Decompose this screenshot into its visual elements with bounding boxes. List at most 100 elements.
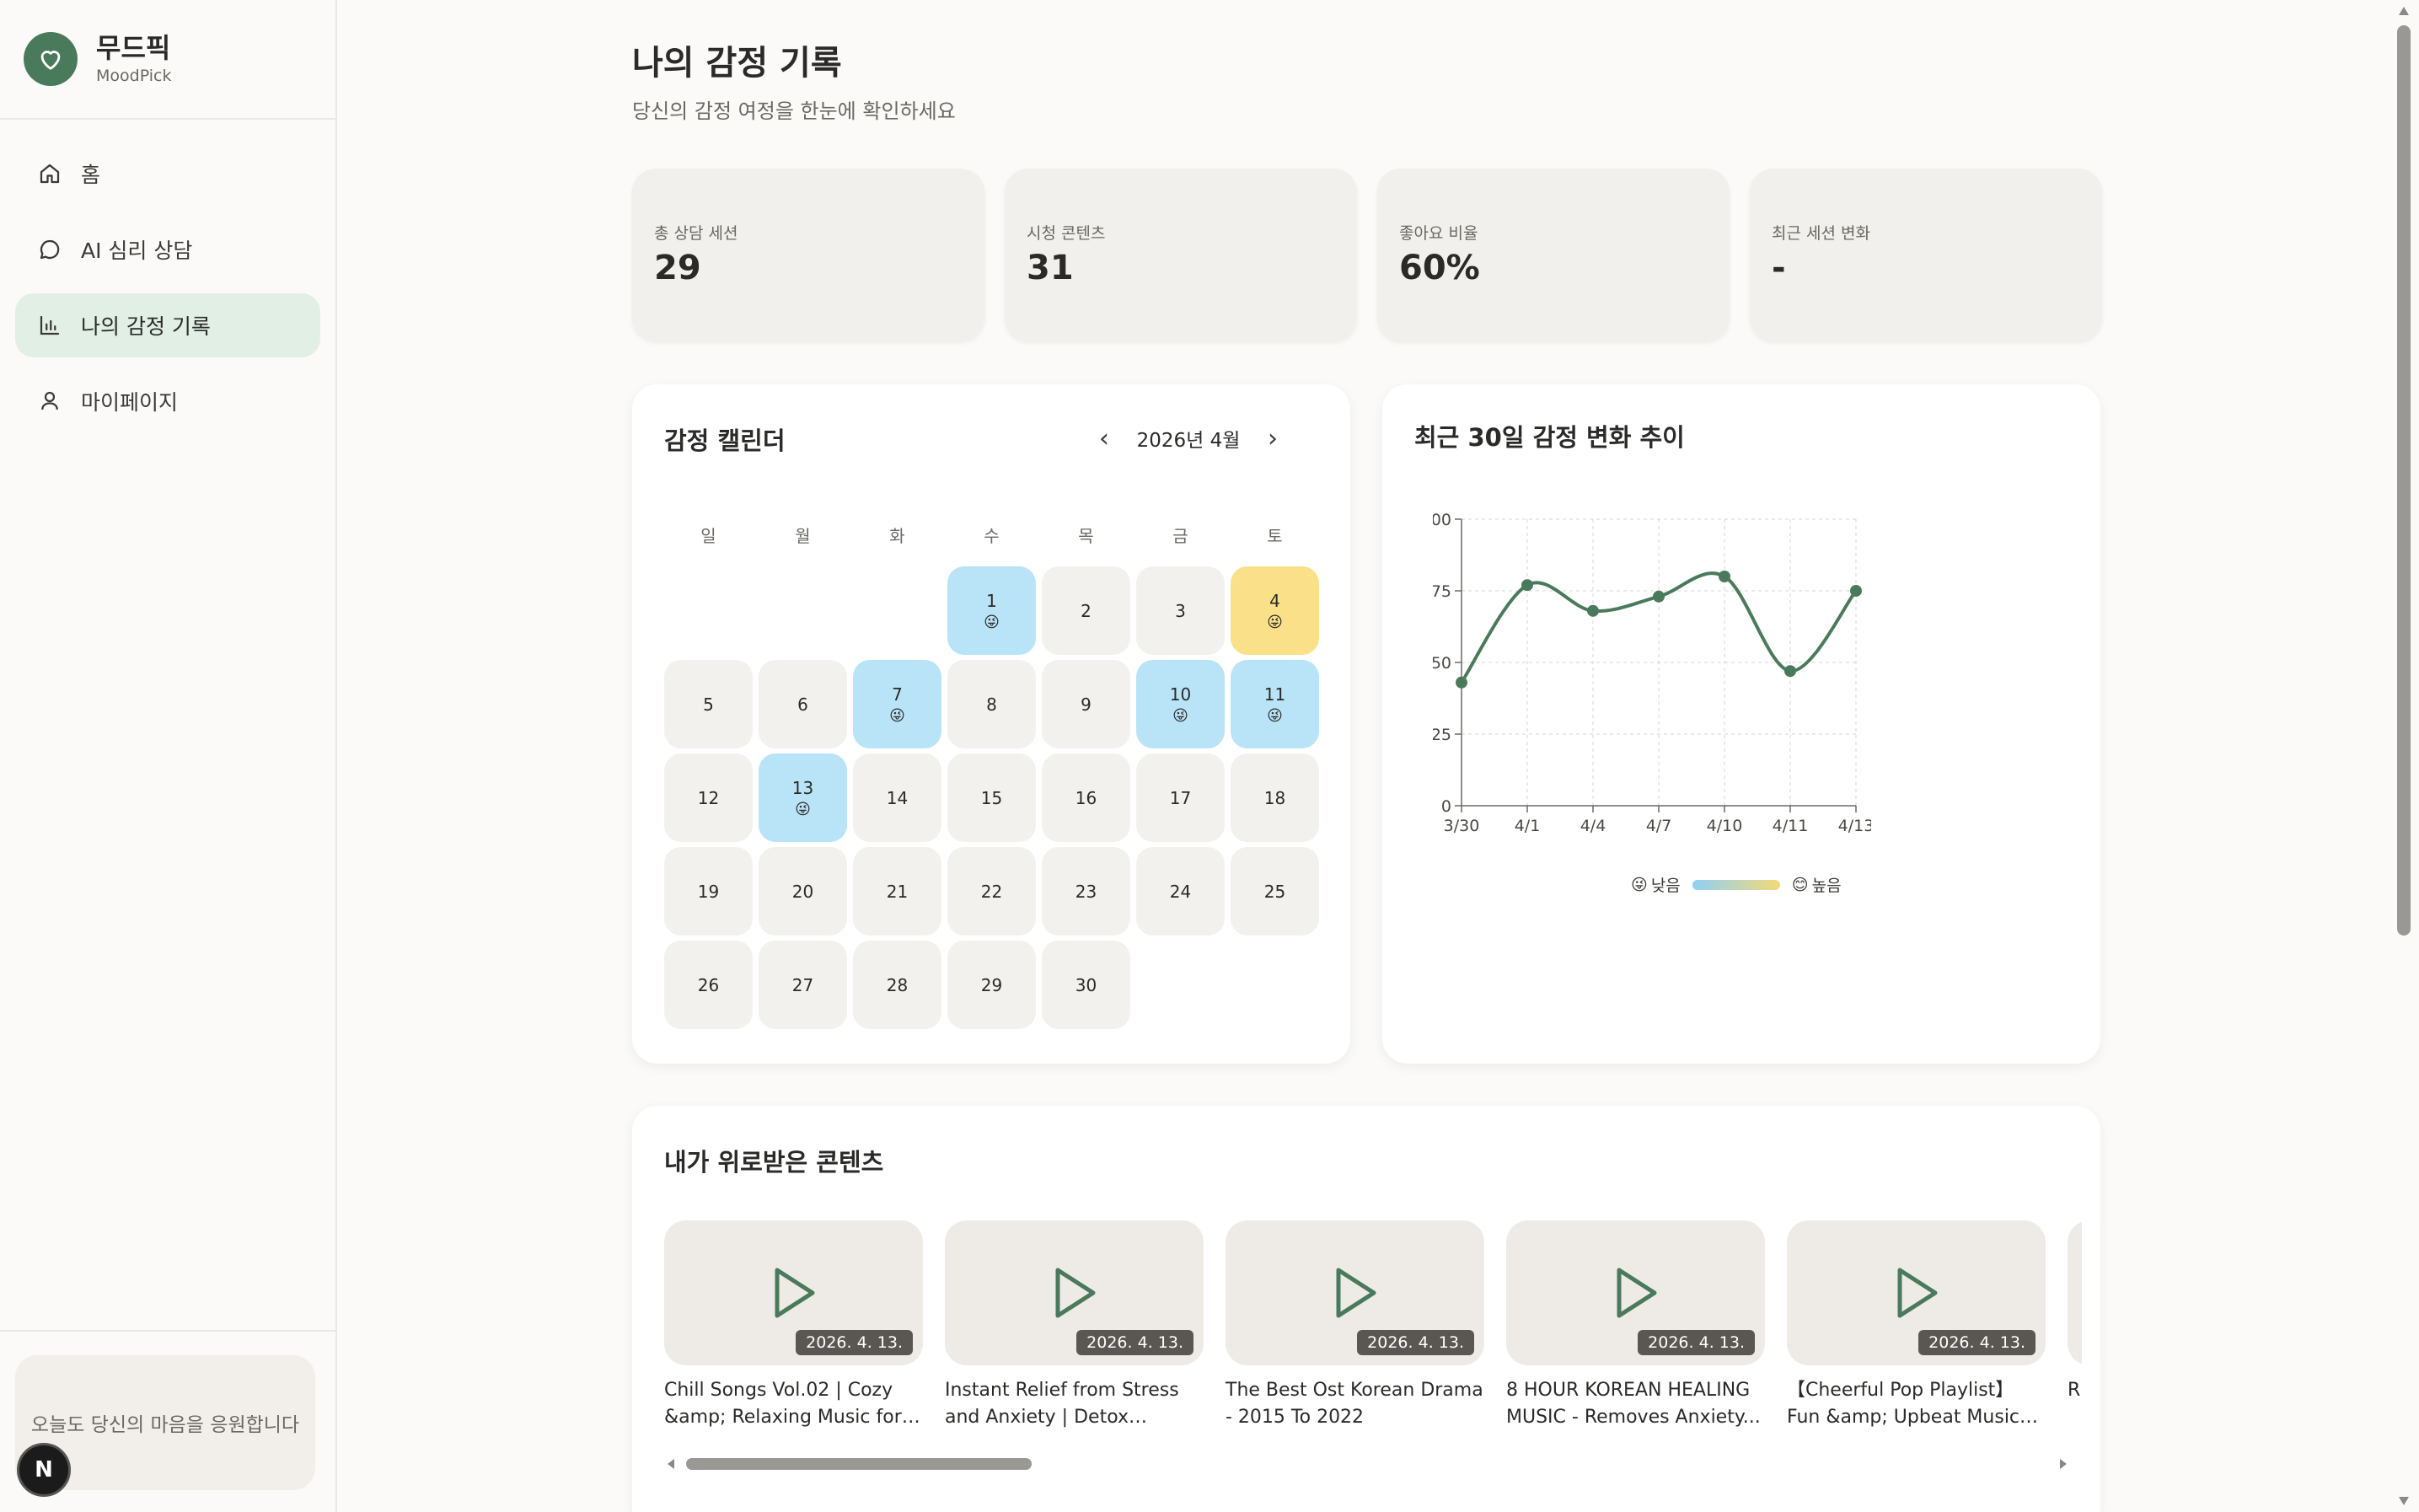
calendar-day[interactable]: 15: [947, 753, 1036, 842]
calendar-day[interactable]: 28: [853, 941, 941, 1029]
content-thumbnail[interactable]: 2026. 4. 13.: [664, 1220, 923, 1365]
data-point: [1587, 604, 1599, 617]
scroll-up-icon[interactable]: [2397, 5, 2411, 17]
calendar-day[interactable]: 20: [759, 847, 847, 936]
calendar-day[interactable]: 1 😜: [947, 566, 1036, 655]
sidebar-footer: 오늘도 당신의 마음을 응원합니다 N: [0, 1330, 337, 1512]
calendar-day[interactable]: 13 😜: [759, 753, 847, 842]
content-item[interactable]: 2026. 4. 13. Instant Relief from Stress a…: [945, 1220, 1204, 1436]
calendar-day-number: 10: [1169, 684, 1192, 705]
calendar-day-number: 26: [697, 974, 720, 995]
calendar-day[interactable]: 21: [853, 847, 941, 936]
calendar-day[interactable]: 12: [664, 753, 753, 842]
calendar-day-number: 27: [791, 974, 814, 995]
y-tick-label: 100: [1433, 511, 1451, 529]
calendar-day[interactable]: 26: [664, 941, 753, 1029]
calendar-day[interactable]: 29: [947, 941, 1036, 1029]
bar-chart-icon: [35, 311, 64, 340]
calendar-day[interactable]: 7 😜: [853, 660, 941, 748]
sidebar-item-label: 홈: [81, 163, 101, 187]
content-title[interactable]: Chill Songs Vol.02 | Cozy &amp; Relaxing…: [664, 1377, 923, 1431]
calendar-empty-cell: [853, 566, 941, 655]
dev-tools-badge[interactable]: N: [17, 1443, 71, 1497]
brand-name: 무드픽: [96, 32, 171, 64]
content-item[interactable]: 2026. 4. 13. Chill Songs Vol.02 | Cozy &a…: [664, 1220, 923, 1436]
scroll-left-icon[interactable]: [664, 1457, 678, 1471]
calendar-month-nav: ‹ 2026년 4월 ›: [1087, 421, 1290, 455]
calendar-day[interactable]: 22: [947, 847, 1036, 936]
content-item[interactable]: 2026. 4. 13. 8 HOUR KOREAN HEALING MUSIC …: [1506, 1220, 1765, 1436]
scroll-right-icon[interactable]: [2057, 1457, 2070, 1471]
calendar-day[interactable]: 5: [664, 660, 753, 748]
sidebar-item-home[interactable]: 홈: [15, 142, 320, 206]
calendar-day[interactable]: 24: [1136, 847, 1225, 936]
content-title[interactable]: 【Cheerful Pop Playlist】 Fun &amp; Upbeat…: [1787, 1377, 2046, 1431]
calendar-day[interactable]: 25: [1231, 847, 1319, 936]
calendar-day[interactable]: 9: [1042, 660, 1130, 748]
weekday-label: 수: [984, 526, 1000, 546]
chevron-right-icon[interactable]: ›: [1256, 421, 1290, 455]
calendar-day[interactable]: 19: [664, 847, 753, 936]
calendar-day-number: 22: [980, 881, 1003, 902]
brand-subtitle: MoodPick: [96, 67, 172, 85]
content-title[interactable]: R &: [2068, 1377, 2082, 1404]
calendar-day[interactable]: 8: [947, 660, 1036, 748]
heart-icon: [24, 32, 78, 86]
calendar-day[interactable]: 18: [1231, 753, 1319, 842]
content-date-badge: 2026. 4. 13.: [1638, 1330, 1755, 1355]
content-thumbnail[interactable]: 2026. 4. 13.: [1226, 1220, 1484, 1365]
calendar-day[interactable]: 6: [759, 660, 847, 748]
calendar-day[interactable]: 10 😜: [1136, 660, 1225, 748]
sidebar-item-mypage[interactable]: 마이페이지: [15, 369, 320, 433]
content-title[interactable]: Instant Relief from Stress and Anxiety |…: [945, 1377, 1204, 1431]
content-title[interactable]: The Best Ost Korean Drama - 2015 To 2022: [1226, 1377, 1484, 1431]
data-point: [1719, 571, 1730, 582]
content-item[interactable]: R &: [2068, 1220, 2082, 1436]
content-item[interactable]: 2026. 4. 13. The Best Ost Korean Drama - …: [1226, 1220, 1484, 1436]
calendar-days: 1 😜 2 3 4 😜 5 6 7 😜 8 9 10 😜 11 😜 12 13 😜 14 15 16 17 18 19 20 21 2…: [664, 566, 1319, 1029]
calendar-day[interactable]: 11 😜: [1231, 660, 1319, 748]
sidebar-item-ai-counseling[interactable]: AI 심리 상담: [15, 217, 320, 281]
content-carousel[interactable]: 2026. 4. 13. Chill Songs Vol.02 | Cozy &a…: [664, 1220, 2082, 1436]
calendar-day[interactable]: 30: [1042, 941, 1130, 1029]
calendar-day[interactable]: 17: [1136, 753, 1225, 842]
calendar-day-number: 17: [1169, 787, 1192, 808]
calendar-day-number: 13: [791, 777, 814, 798]
x-tick-label: 3/30: [1444, 817, 1480, 835]
sidebar: 무드픽 MoodPick 홈 AI 심리 상담 나의 감정 기록 마이페이지 오…: [0, 0, 337, 1512]
content-date-badge: 2026. 4. 13.: [1357, 1330, 1474, 1355]
home-icon: [35, 159, 64, 188]
high-emoji-icon: 😊: [1791, 875, 1809, 894]
x-tick-label: 4/1: [1515, 817, 1541, 835]
content-thumbnail[interactable]: 2026. 4. 13.: [945, 1220, 1204, 1365]
scrollbar-thumb[interactable]: [686, 1458, 1032, 1470]
calendar-empty-cell: [759, 566, 847, 655]
calendar-weekdays: 일월화수목금토: [664, 523, 1319, 547]
sidebar-item-emotion-record[interactable]: 나의 감정 기록: [15, 293, 320, 357]
stat-card-sessions: 총 상담 세션 29: [632, 169, 984, 340]
calendar-day-number: 3: [1175, 600, 1186, 621]
calendar-day[interactable]: 27: [759, 941, 847, 1029]
calendar-day[interactable]: 16: [1042, 753, 1130, 842]
calendar-day[interactable]: 14: [853, 753, 941, 842]
content-item[interactable]: 2026. 4. 13. 【Cheerful Pop Playlist】 Fun …: [1787, 1220, 2046, 1436]
content-thumbnail[interactable]: 2026. 4. 13.: [1506, 1220, 1765, 1365]
calendar-day[interactable]: 3: [1136, 566, 1225, 655]
chevron-left-icon[interactable]: ‹: [1087, 421, 1121, 455]
calendar-day[interactable]: 4 😜: [1231, 566, 1319, 655]
calendar-day[interactable]: 2: [1042, 566, 1130, 655]
mood-emoji-icon: 😜: [795, 800, 811, 818]
page-scrollbar-thumb[interactable]: [2397, 25, 2411, 936]
page-scrollbar[interactable]: [2394, 0, 2414, 1512]
x-tick-label: 4/13: [1838, 817, 1871, 835]
content-title[interactable]: 8 HOUR KOREAN HEALING MUSIC - Removes An…: [1506, 1377, 1765, 1431]
calendar-day[interactable]: 23: [1042, 847, 1130, 936]
scroll-down-icon[interactable]: [2397, 1495, 2411, 1507]
content-thumbnail[interactable]: [2068, 1220, 2082, 1365]
stat-card-like-ratio: 좋아요 비율 60%: [1377, 169, 1730, 340]
calendar-day-number: 20: [791, 881, 814, 902]
content-thumbnail[interactable]: 2026. 4. 13.: [1787, 1220, 2046, 1365]
content-date-badge: 2026. 4. 13.: [796, 1330, 913, 1355]
brand[interactable]: 무드픽 MoodPick: [0, 0, 335, 120]
carousel-scrollbar[interactable]: [664, 1453, 2070, 1475]
